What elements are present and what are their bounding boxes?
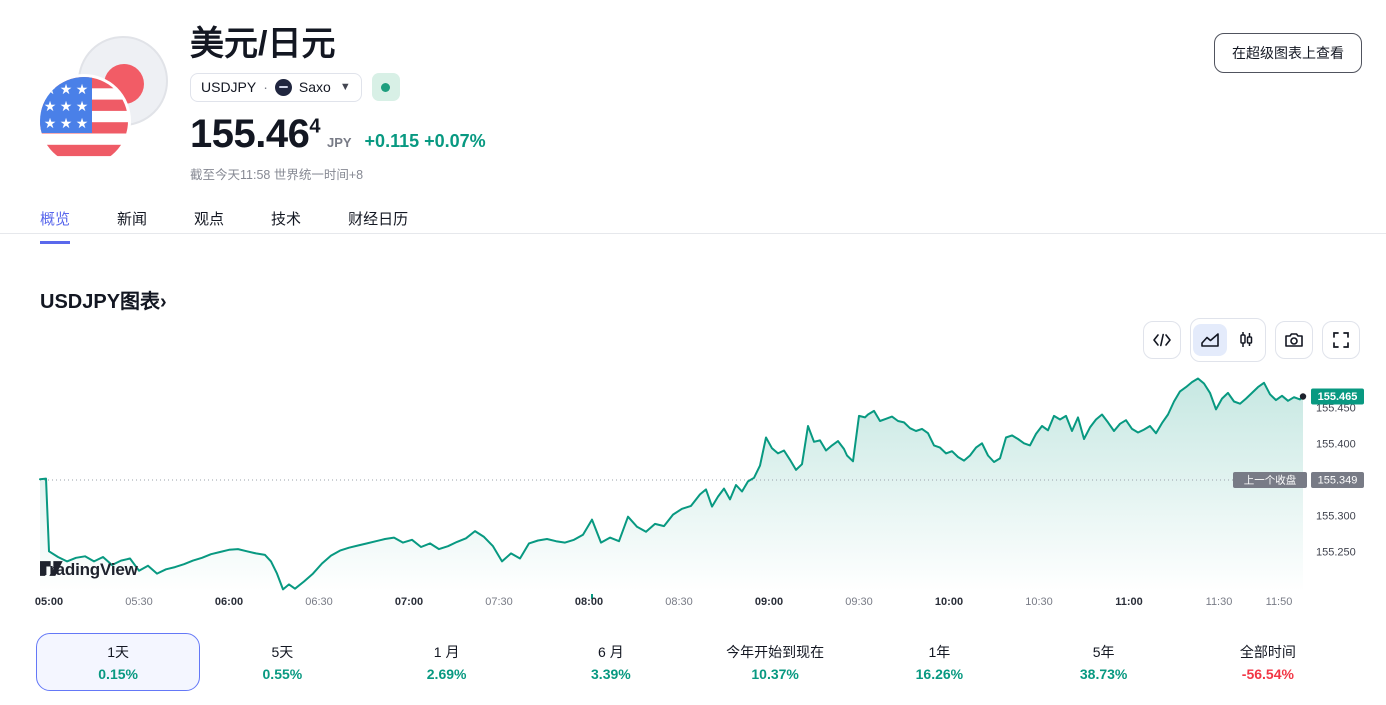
time-axis-label[interactable]: 10:00 [921,596,977,608]
currency-pair-flags: ★★★ ★★★ ★★★ [35,28,173,175]
market-open-indicator[interactable] [372,73,400,101]
green-dot-icon [381,83,390,92]
candlestick-icon [1238,331,1254,349]
last-price-text: 155.465 [1318,391,1358,403]
price-axis-label[interactable]: 155.300 [1316,510,1356,522]
page-title: 美元/日元 [190,26,486,63]
prev-close-price-text: 155.349 [1318,475,1358,487]
symbol-selector[interactable]: USDJPY · Saxo ▼ [190,73,362,102]
range-button-1天[interactable]: 1天 0.15% [36,633,200,691]
svg-text:★: ★ [76,116,89,132]
range-change-percent: 3.39% [591,666,631,682]
tab-观点[interactable]: 观点 [194,208,224,244]
range-change-percent: 16.26% [916,666,963,682]
us-flag-icon: ★★★ ★★★ ★★★ [37,74,131,168]
range-button-全部时间[interactable]: 全部时间 -56.54% [1186,633,1350,691]
range-button-6 月[interactable]: 6 月 3.39% [529,633,693,691]
range-label: 5天 [271,642,293,662]
range-button-今年开始到现在[interactable]: 今年开始到现在 10.37% [693,633,857,691]
chart-toolbar [1143,318,1360,362]
tab-新闻[interactable]: 新闻 [117,208,147,244]
time-axis-label[interactable]: 08:30 [651,596,707,608]
chart-canvas: 155.450155.400155.300155.250上一个收盘155.349… [0,368,1386,618]
tab-概览[interactable]: 概览 [40,208,70,244]
svg-text:★: ★ [60,99,73,115]
price-superscript: 4 [309,116,320,138]
range-button-5天[interactable]: 5天 0.55% [200,633,364,691]
embed-code-button[interactable] [1143,321,1181,359]
last-price-dot [1300,393,1306,399]
range-change-percent: 0.15% [98,666,138,682]
svg-text:★: ★ [44,116,57,132]
saxo-exchange-icon [275,79,292,96]
exchange-name: Saxo [299,79,331,95]
time-axis-label[interactable]: 09:00 [741,596,797,608]
snapshot-button[interactable] [1275,321,1313,359]
area-fill [40,379,1303,593]
time-axis-label[interactable]: 07:00 [381,596,437,608]
time-axis-label[interactable]: 05:30 [111,596,167,608]
range-label: 全部时间 [1240,642,1296,662]
tabbar-divider [0,233,1386,234]
tradingview-logo-icon [40,560,64,581]
chart-heading-link[interactable]: USDJPY图表› [40,285,167,314]
fullscreen-icon [1332,331,1350,349]
prev-close-label-text: 上一个收盘 [1244,474,1297,487]
section-tabbar: 概览 新闻 观点 技术 财经日历 [40,208,455,244]
range-label: 1年 [928,642,950,662]
time-axis-label[interactable]: 06:00 [201,596,257,608]
range-label: 1 月 [434,642,460,662]
range-label: 5年 [1093,642,1115,662]
svg-text:★: ★ [44,99,57,115]
range-button-1年[interactable]: 1年 16.26% [857,633,1021,691]
quote-timestamp: 截至今天11:58 世界统一时间+8 [190,164,486,183]
tab-财经日历[interactable]: 财经日历 [348,208,408,244]
price-change: +0.115 +0.07% [365,131,486,152]
current-price: 155.464 [190,112,320,157]
area-chart-style-button[interactable] [1193,324,1227,356]
range-button-1 月[interactable]: 1 月 2.69% [365,633,529,691]
price-chart[interactable]: 155.450155.400155.300155.250上一个收盘155.349… [0,368,1386,618]
tradingview-attribution[interactable]: TradingView [40,560,138,580]
range-button-5年[interactable]: 5年 38.73% [1022,633,1186,691]
camera-icon [1284,331,1304,349]
range-change-percent: 0.55% [263,666,303,682]
symbol-separator: · [263,79,268,95]
price-axis-label[interactable]: 155.400 [1316,438,1356,450]
svg-text:★: ★ [76,99,89,115]
range-change-percent: 2.69% [427,666,467,682]
area-chart-icon [1200,332,1220,348]
tab-技术[interactable]: 技术 [271,208,301,244]
time-axis-label[interactable]: 05:00 [21,596,77,608]
usd-jpy-flag-icon: ★★★ ★★★ ★★★ [35,28,173,170]
chart-style-switch [1190,318,1266,362]
range-change-percent: 38.73% [1080,666,1127,682]
time-axis-label[interactable]: 10:30 [1011,596,1067,608]
range-change-percent: -56.54% [1242,666,1294,682]
time-axis-label[interactable]: 11:00 [1101,596,1157,608]
svg-text:★: ★ [60,116,73,132]
range-change-percent: 10.37% [751,666,798,682]
open-superchart-button[interactable]: 在超级图表上查看 [1214,33,1362,73]
currency-code: JPY [327,135,352,150]
time-axis-label[interactable]: 11:50 [1251,596,1307,608]
chevron-down-icon: ▼ [340,81,351,93]
range-label: 1天 [107,642,129,662]
price-axis-label[interactable]: 155.250 [1316,546,1356,558]
time-axis-label[interactable]: 06:30 [291,596,347,608]
range-label: 6 月 [598,642,624,662]
time-axis-label[interactable]: 09:30 [831,596,887,608]
svg-text:★: ★ [76,82,89,98]
candles-chart-style-button[interactable] [1229,324,1263,356]
svg-text:★: ★ [60,82,73,98]
symbol-name: USDJPY [201,79,256,95]
range-label: 今年开始到现在 [726,642,824,662]
time-axis-label[interactable]: 11:30 [1191,596,1247,608]
code-icon [1152,331,1172,349]
time-axis-label[interactable]: 08:00 [561,596,617,608]
date-range-selector: 1天 0.15% 5天 0.55% 1 月 2.69% 6 月 3.39% 今年开始到现在 10.… [36,633,1350,691]
time-axis-label[interactable]: 07:30 [471,596,527,608]
fullscreen-button[interactable] [1322,321,1360,359]
